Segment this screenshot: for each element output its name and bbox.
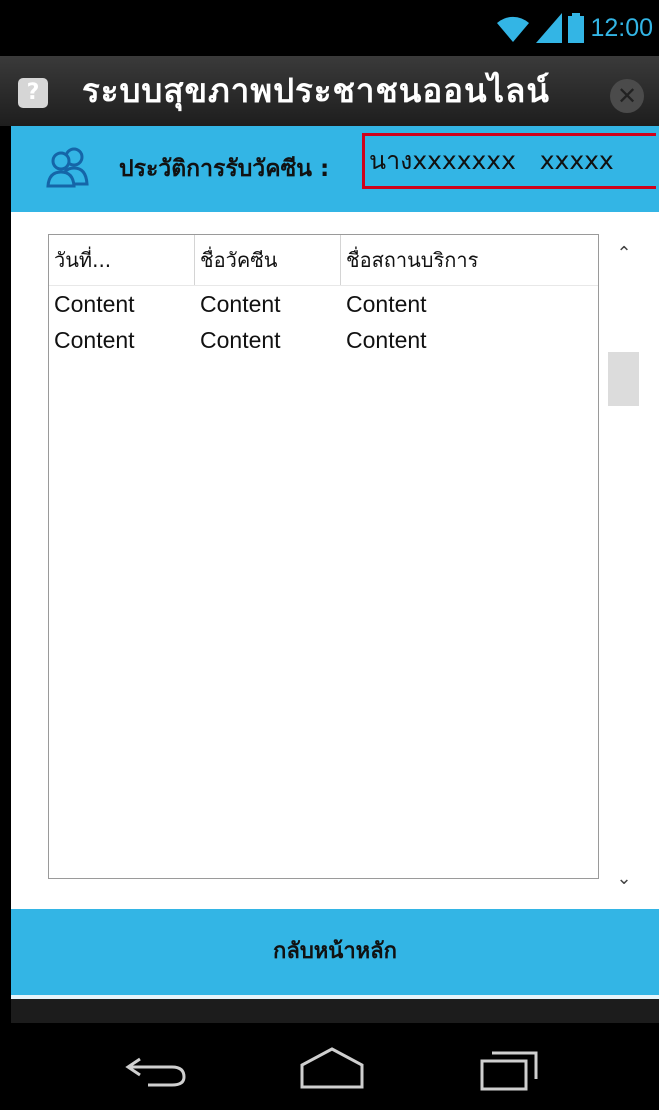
- table-cell: Content: [200, 291, 281, 317]
- close-button[interactable]: ✕: [610, 79, 644, 113]
- back-to-home-button[interactable]: กลับหน้าหลัก: [11, 909, 659, 995]
- status-bar: 12:00: [0, 0, 659, 56]
- home-icon[interactable]: [282, 1039, 382, 1095]
- help-icon[interactable]: ?: [18, 78, 48, 108]
- table-row[interactable]: Content Content Content: [49, 286, 598, 322]
- scroll-up-icon[interactable]: ⌃: [606, 234, 642, 274]
- vaccine-history-label: ประวัติการรับวัคซีน :: [119, 156, 330, 182]
- status-icons: 12:00: [496, 8, 653, 48]
- scroll-thumb[interactable]: [608, 352, 639, 406]
- vaccine-history-header: ประวัติการรับวัคซีน : นางxxxxxxx xxxxx: [11, 126, 659, 212]
- table-cell: Content: [200, 327, 281, 353]
- navigation-bar: [0, 1023, 659, 1110]
- column-header-date[interactable]: วันที่...: [49, 235, 195, 285]
- dialog-bottom-edge: [11, 999, 659, 1023]
- phone-screen: 12:00 ? ระบบสุขภาพประชาชนออนไลน์ ✕ ประวั…: [0, 0, 659, 1110]
- table-cell: Content: [54, 327, 135, 353]
- vaccine-table: วันที่... ชื่อวัคซีน ชื่อสถานบริการ Cont…: [48, 234, 599, 879]
- patient-name: นางxxxxxxx xxxxx: [362, 133, 656, 189]
- signal-icon: [536, 13, 563, 43]
- column-header-facility-name[interactable]: ชื่อสถานบริการ: [341, 235, 598, 285]
- table-scrollbar[interactable]: ⌃ ⌄: [606, 234, 642, 899]
- scroll-down-icon[interactable]: ⌄: [606, 859, 642, 899]
- back-icon[interactable]: [110, 1039, 210, 1095]
- content-panel: วันที่... ชื่อวัคซีน ชื่อสถานบริการ Cont…: [11, 212, 659, 909]
- battery-icon: [568, 13, 585, 43]
- table-row[interactable]: Content Content Content: [49, 322, 598, 358]
- table-cell: Content: [54, 291, 135, 317]
- table-cell: Content: [346, 327, 427, 353]
- column-header-vaccine-name[interactable]: ชื่อวัคซีน: [195, 235, 341, 285]
- table-cell: Content: [346, 291, 427, 317]
- recent-apps-icon[interactable]: [458, 1039, 558, 1095]
- status-time: 12:00: [590, 14, 653, 42]
- users-icon: [46, 147, 89, 188]
- table-header: วันที่... ชื่อวัคซีน ชื่อสถานบริการ: [49, 235, 598, 286]
- wifi-icon: [497, 16, 530, 42]
- app-title: ระบบสุขภาพประชาชนออนไลน์: [82, 71, 550, 110]
- footer-bar: กลับหน้าหลัก: [11, 909, 659, 999]
- dialog-title-bar: ? ระบบสุขภาพประชาชนออนไลน์ ✕: [0, 56, 659, 126]
